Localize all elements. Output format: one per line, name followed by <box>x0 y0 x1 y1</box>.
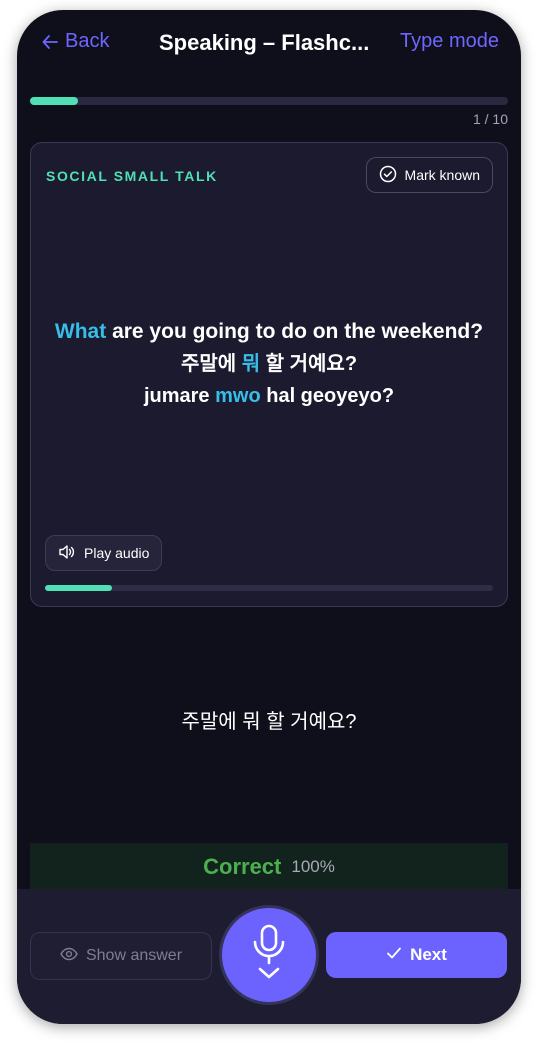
romanization-after: hal geoyeyo? <box>260 385 395 407</box>
play-audio-button[interactable]: Play audio <box>45 535 163 571</box>
speaker-icon <box>58 544 76 563</box>
next-button[interactable]: Next <box>326 932 507 978</box>
mark-known-label: Mark known <box>404 167 480 183</box>
romanization-before: jumare <box>143 385 216 407</box>
mark-known-button[interactable]: Mark known <box>365 157 493 193</box>
next-label: Next <box>410 945 447 964</box>
check-circle-icon <box>379 165 397 186</box>
category-tag: SOCIAL SMALL TALK <box>46 168 218 184</box>
korean-highlight: 뭐 <box>241 353 261 375</box>
phrase-block: What are you going to do on the weekend?… <box>31 316 507 412</box>
microphone-button[interactable] <box>222 908 316 1002</box>
microphone-icon <box>249 924 289 987</box>
english-rest: are you going to do on the weekend? <box>106 320 484 343</box>
romanization: jumare mwo hal geoyeyo? <box>31 380 507 412</box>
deck-progress-fill <box>30 97 78 105</box>
arrow-left-icon <box>41 33 59 51</box>
audio-progress-bar[interactable] <box>45 585 493 591</box>
show-answer-label: Show answer <box>85 947 183 964</box>
speech-transcript: 주말에 뭐 할 거예요? <box>181 711 357 733</box>
deck-progress-bar <box>30 97 508 105</box>
card-counter: 1 / 10 <box>472 111 508 127</box>
back-button[interactable]: Back <box>41 30 109 53</box>
result-banner: Correct 100% <box>30 843 508 891</box>
english-highlight: What <box>54 320 107 343</box>
eye-icon <box>60 947 78 966</box>
result-label: Correct <box>203 854 282 879</box>
bottom-action-bar: Show answer Next <box>17 889 521 1024</box>
top-bar: Back Speaking – Flashc... Type mode <box>17 10 521 78</box>
korean-sentence: 주말에 뭐 할 거예요? <box>31 348 507 380</box>
back-label: Back <box>65 30 110 52</box>
show-answer-button[interactable]: Show answer <box>30 932 212 980</box>
play-audio-label: Play audio <box>84 545 150 561</box>
result-score: 100% <box>291 857 335 876</box>
audio-progress-fill <box>45 585 113 591</box>
phone-frame: Back Speaking – Flashc... Type mode 1 / … <box>17 10 521 1024</box>
korean-after: 할 거예요? <box>260 353 358 375</box>
flashcard: SOCIAL SMALL TALK Mark known What are yo… <box>30 142 508 607</box>
check-icon <box>386 945 402 965</box>
korean-before: 주말에 <box>180 353 242 375</box>
romanization-highlight: mwo <box>215 385 261 407</box>
page-title: Speaking – Flashc... <box>159 30 370 55</box>
english-sentence: What are you going to do on the weekend? <box>31 316 507 348</box>
type-mode-button[interactable]: Type mode <box>400 30 499 53</box>
